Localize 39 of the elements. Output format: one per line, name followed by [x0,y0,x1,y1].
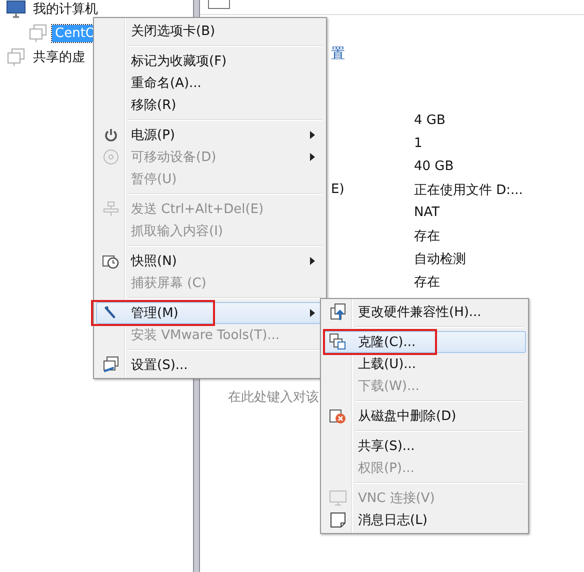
vm-icon [6,48,26,66]
menu-item[interactable]: 快照(N) [96,250,324,272]
clone-icon [329,333,347,351]
device-value: 1 [414,136,424,151]
device-value: 40 GB [414,159,455,174]
thumbnail-frame [208,0,230,9]
network-icon [103,201,119,217]
menu-item[interactable]: 克隆(C)... [323,331,526,353]
settings-icon [102,356,120,374]
menu-item[interactable]: 重命名(A)... [96,72,324,94]
menu-item[interactable]: 关闭选项卡(B) [96,20,324,42]
device-value: 存在 [414,274,441,290]
computer-icon [6,0,26,18]
device-value: 正在使用文件 D:... [414,182,524,198]
power-icon [103,127,119,143]
menu-item[interactable]: 消息日志(L) [323,509,526,531]
menu-item[interactable]: 更改硬件兼容性(H)... [323,301,526,323]
settings-link[interactable]: 置 [331,45,345,63]
device-label: E) [331,182,346,197]
device-value: NAT [414,205,441,220]
disc-icon [103,149,119,165]
menu-item[interactable]: 上载(U)... [323,353,526,375]
delete-icon [329,407,347,425]
note-icon [329,511,347,529]
upgrade-icon [329,303,347,321]
device-value: 自动检测 [414,250,467,268]
tree-item[interactable]: 我的计算机 [30,0,101,19]
menu-item[interactable]: 设置(S)... [96,354,324,376]
device-value: 存在 [414,228,441,244]
menu-item[interactable]: 移除(R) [96,94,324,116]
menu-item[interactable]: 标记为收藏项(F) [96,50,324,72]
tree-item[interactable]: 共享的虚 [30,47,88,67]
description-placeholder[interactable]: 在此处键入对该 [228,388,319,406]
device-value: 4 GB [414,113,446,128]
menu-item[interactable]: 从磁盘中删除(D) [323,405,526,427]
menu-item[interactable]: 共享(S)... [323,435,526,457]
vm-icon [28,24,48,42]
monitor-icon [329,489,347,507]
menu-item[interactable]: 电源(P) [96,124,324,146]
